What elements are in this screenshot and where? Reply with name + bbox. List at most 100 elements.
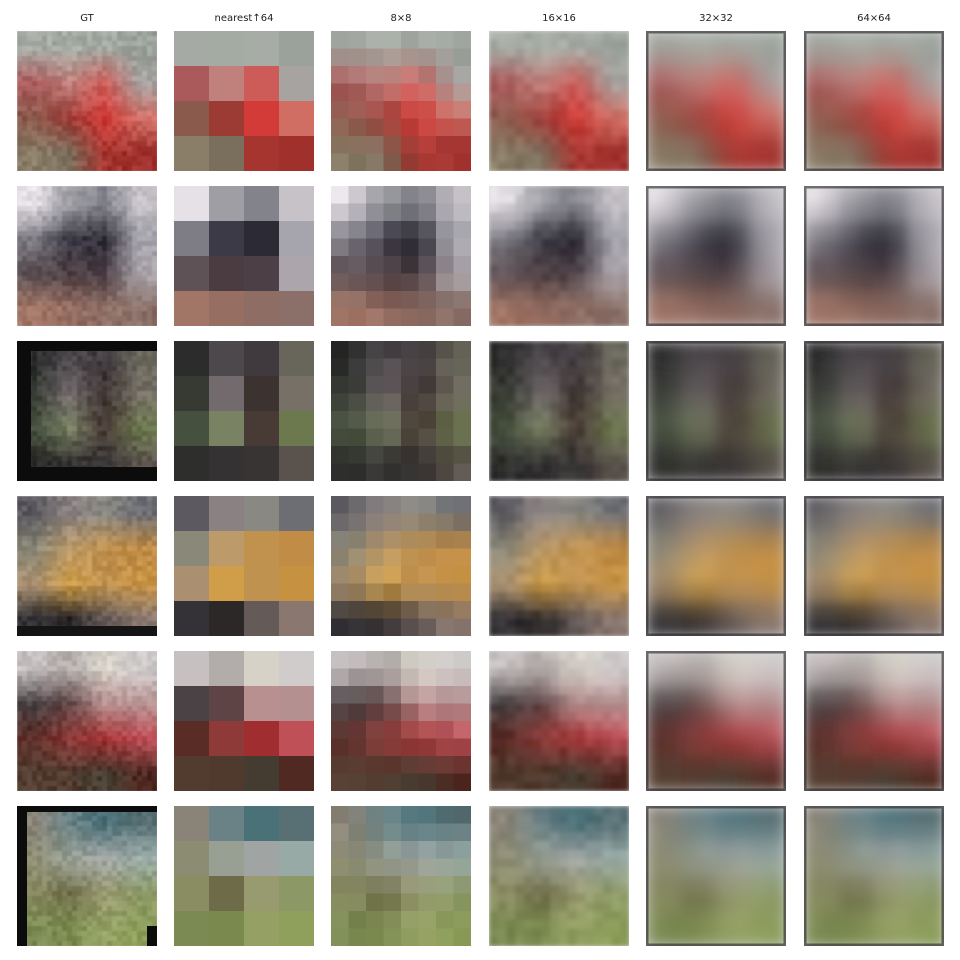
pixel-block — [62, 546, 68, 552]
pixel-block — [102, 121, 108, 127]
pixel-block — [127, 311, 133, 317]
pixel-block — [821, 411, 840, 430]
pixel-block — [366, 548, 385, 567]
pixel-block — [127, 446, 133, 452]
pixel-block — [57, 236, 63, 242]
pixel-block — [82, 281, 88, 287]
pixel-block — [122, 121, 128, 127]
pixel-block — [550, 308, 560, 318]
pixel-block — [147, 616, 153, 622]
pixel-block — [37, 356, 43, 362]
pixel-block — [532, 522, 543, 532]
pixel-block — [82, 66, 88, 72]
pixel-block — [137, 361, 143, 367]
pixel-block — [620, 531, 629, 541]
pixel-block — [620, 31, 629, 41]
pixel-block — [874, 411, 893, 430]
pixel-block — [891, 118, 910, 137]
pixel-block — [47, 556, 53, 562]
pixel-block — [585, 454, 595, 465]
pixel-block — [909, 118, 928, 137]
pixel-block — [107, 551, 113, 557]
pixel-block — [82, 161, 88, 167]
pixel-block — [383, 101, 402, 120]
pixel-block — [52, 56, 58, 62]
pixel-block — [698, 101, 717, 120]
pixel-block — [87, 41, 93, 47]
pixel-block — [47, 396, 53, 402]
pixel-block — [122, 81, 128, 87]
pixel-block — [926, 83, 944, 102]
pixel-block — [768, 31, 786, 50]
pixel-block — [17, 186, 23, 192]
pixel-block — [77, 156, 83, 162]
pixel-block — [122, 586, 128, 592]
pixel-block — [87, 506, 93, 512]
pixel-block — [839, 376, 858, 395]
pixel-block — [82, 406, 88, 412]
pixel-block — [22, 66, 28, 72]
pixel-block — [82, 416, 88, 422]
pixel-block — [436, 463, 455, 481]
pixel-block — [117, 516, 123, 522]
pixel-block — [137, 296, 143, 302]
pixel-block — [733, 428, 752, 447]
pixel-block — [102, 396, 108, 402]
pixel-block — [82, 256, 88, 262]
pixel-block — [47, 46, 53, 52]
pixel-block — [532, 101, 543, 111]
pixel-block — [594, 317, 604, 326]
pixel-block — [77, 306, 83, 312]
pixel-block — [524, 618, 534, 628]
pixel-block — [611, 393, 621, 403]
pixel-block — [57, 41, 63, 47]
pixel-block — [127, 46, 133, 52]
pixel-block — [147, 306, 153, 312]
pixel-block — [821, 428, 840, 447]
pixel-block — [559, 317, 569, 326]
pixel-block — [67, 166, 73, 171]
pixel-block — [137, 226, 143, 232]
pixel-block — [22, 306, 28, 312]
pixel-block — [92, 116, 98, 122]
pixel-block — [567, 291, 578, 301]
pixel-block — [418, 393, 437, 412]
pixel-block — [567, 341, 578, 351]
pixel-block — [112, 546, 118, 552]
pixel-block — [550, 186, 560, 196]
pixel-block — [550, 238, 560, 248]
pixel-block — [891, 273, 910, 292]
pixel-block — [77, 451, 83, 457]
pixel-block — [541, 428, 551, 438]
pixel-block — [331, 31, 350, 50]
pixel-block — [453, 618, 471, 636]
pixel-block — [112, 206, 118, 212]
pixel-block — [366, 48, 385, 67]
pixel-block — [107, 576, 113, 582]
pixel-block — [152, 531, 157, 537]
pixel-block — [17, 166, 23, 171]
pixel-block — [107, 266, 113, 272]
pixel-block — [620, 583, 629, 593]
pixel-block — [874, 376, 893, 395]
pixel-block — [97, 431, 103, 437]
pixel-block — [152, 456, 157, 462]
pixel-block — [107, 116, 113, 122]
pixel-block — [72, 266, 78, 272]
pixel-block — [541, 411, 551, 421]
pixel-block — [42, 191, 48, 197]
pixel-block — [27, 251, 33, 257]
pixel-block — [751, 566, 770, 585]
pixel-block — [567, 74, 578, 85]
pixel-block — [47, 551, 53, 557]
pixel-block — [77, 511, 83, 517]
pixel-block — [107, 366, 113, 372]
pixel-block — [72, 56, 78, 62]
pixel-block — [506, 574, 516, 585]
pixel-block — [112, 36, 118, 42]
pixel-block — [550, 264, 560, 275]
pixel-block — [594, 83, 604, 93]
pixel-block — [52, 366, 58, 372]
pixel-block — [42, 86, 48, 92]
pixel-block — [97, 226, 103, 232]
